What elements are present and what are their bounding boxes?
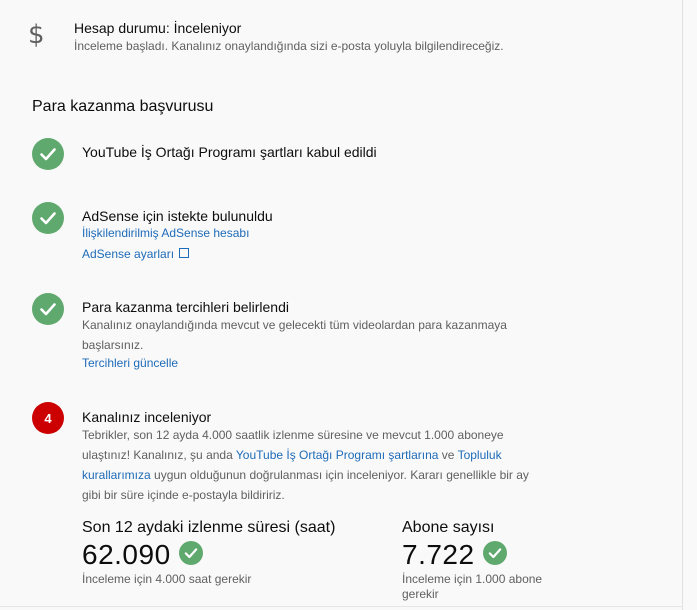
check-icon (32, 202, 64, 234)
ypp-terms-link[interactable]: YouTube İş Ortağı Programı şartlarına (236, 448, 439, 462)
step-title: AdSense için istekte bulunuldu (82, 208, 273, 224)
step-title: Kanalınız inceleniyor (82, 409, 212, 425)
status-description: İnceleme başladı. Kanalınız onaylandığın… (74, 39, 504, 53)
watch-time-metric: Son 12 aydaki izlenme süresi (saat) 62.0… (82, 519, 336, 586)
review-text-line2: ulaştınız! Kanalınız, şu anda YouTube İş… (82, 448, 502, 462)
linked-adsense-account-link[interactable]: İlişkilendirilmiş AdSense hesabı (82, 226, 249, 240)
step-title: YouTube İş Ortağı Programı şartları kabu… (82, 144, 377, 160)
subscribers-note: İnceleme için 1.000 abone (402, 572, 543, 586)
watch-time-value: 62.090 (82, 539, 171, 570)
review-text: ve (438, 448, 458, 462)
check-icon (32, 138, 64, 170)
review-text: ulaştınız! Kanalınız, şu anda (82, 448, 236, 462)
watch-time-label: Son 12 aydaki izlenme süresi (saat) (82, 519, 336, 536)
subscribers-label: Abone sayısı (402, 519, 495, 536)
community-guidelines-link[interactable]: Topluluk (458, 448, 502, 462)
subscribers-value: 7.722 (402, 539, 475, 570)
bottom-divider (0, 606, 683, 607)
section-title: Para kazanma başvurusu (32, 98, 214, 115)
status-title: Hesap durumu: İnceleniyor (74, 20, 242, 36)
check-icon (32, 293, 64, 325)
community-guidelines-link-cont[interactable]: kurallarımıza (82, 468, 151, 482)
check-icon (482, 541, 507, 565)
subscribers-metric: Abone sayısı 7.722 İnceleme için 1.000 a… (402, 519, 542, 601)
step-title: Para kazanma tercihleri belirlendi (82, 299, 289, 315)
review-text-line3: kurallarımıza uygun olduğunun doğrulanma… (82, 468, 529, 482)
scrollbar-track[interactable] (683, 0, 697, 610)
adsense-settings-label: AdSense ayarları (82, 247, 175, 261)
external-link-icon (179, 248, 190, 258)
check-icon (178, 541, 203, 565)
step-description-cont: başlarsınız. (82, 338, 144, 352)
subscribers-note-cont: gerekir (402, 587, 439, 601)
review-text: uygun olduğunun doğrulanması için incele… (150, 468, 529, 482)
dollar-icon: $ (28, 20, 45, 50)
review-text-line4: gibi bir süre içinde e-postayla bildirir… (82, 488, 285, 502)
adsense-settings-link[interactable]: AdSense ayarları (82, 247, 190, 261)
step-description: Kanalınız onaylandığında mevcut ve gelec… (82, 318, 507, 332)
watch-time-note: İnceleme için 4.000 saat gerekir (82, 572, 252, 586)
review-text-line1: Tebrikler, son 12 ayda 4.000 saatlik izl… (82, 428, 504, 442)
update-preferences-link[interactable]: Tercihleri güncelle (82, 356, 178, 370)
step-number-badge: 4 (32, 402, 64, 434)
